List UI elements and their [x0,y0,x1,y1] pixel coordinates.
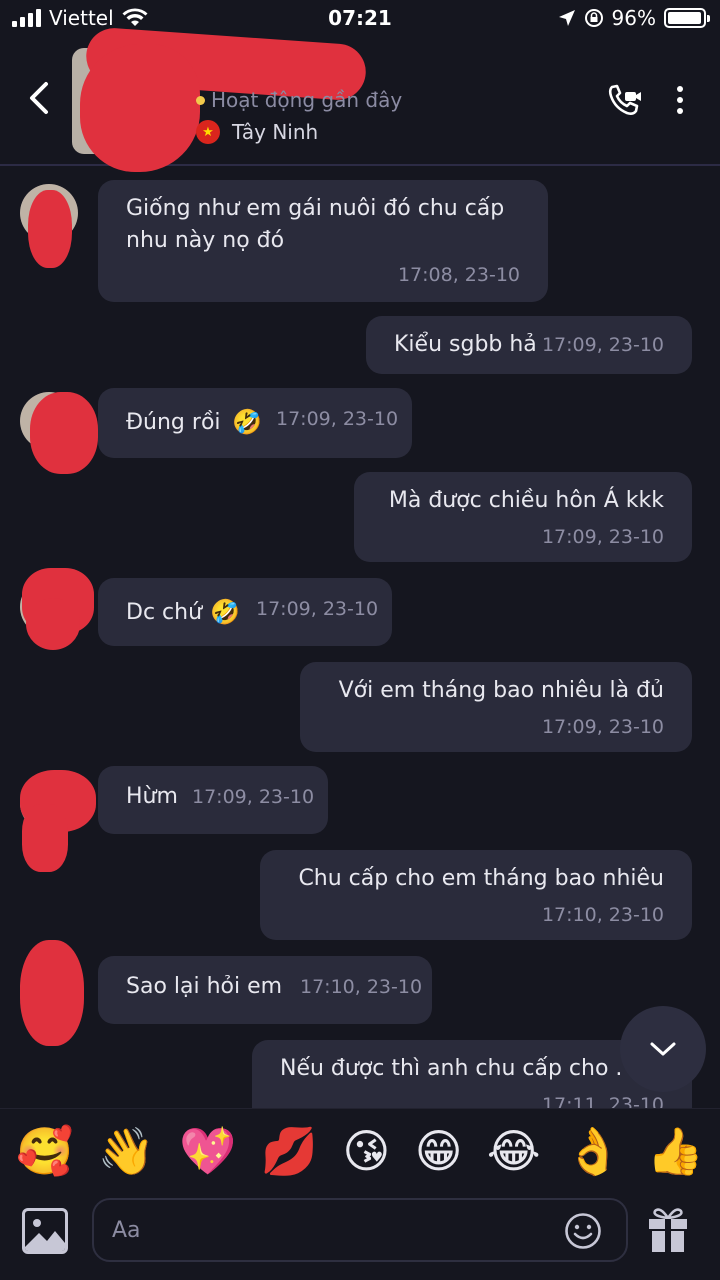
message-bubble[interactable]: Kiểu sgbb hả 17:09, 23-10 [366,316,692,374]
scroll-to-bottom-button[interactable] [620,1006,706,1092]
sender-avatar[interactable] [20,940,84,1046]
rofl-emoji: 🤣 [232,408,262,436]
vietnam-flag-icon: ★ [196,120,220,144]
more-icon[interactable] [668,82,692,118]
reaction-blowing-kiss[interactable]: 😘 [342,1128,390,1174]
message-bubble[interactable]: Mà được chiều hôn Á kkk 17:09, 23-10 [354,472,692,562]
message-composer [0,1192,720,1280]
sender-avatar[interactable] [20,568,94,650]
message-time: 17:08, 23-10 [397,264,520,286]
online-dot [196,95,205,105]
message-time: 17:10, 23-10 [300,976,423,998]
message-time: 17:11, 23-10 [541,1094,664,1108]
message-text: Nếu được thì anh chu cấp cho . [280,1056,623,1081]
message-bubble[interactable]: Chu cấp cho em tháng bao nhiêu 17:10, 23… [260,850,692,940]
activity-status-text: Hoạt động gần đây [211,88,403,112]
reaction-grin[interactable]: 😁 [415,1128,463,1174]
message-bubble[interactable]: Với em tháng bao nhiêu là đủ 17:09, 23-1… [300,662,692,752]
quick-reaction-bar: 🥰 👋 💖 💋 😘 😁 😂 👌 👍 [0,1108,720,1192]
message-text: Giống như em gái nuôi đó chu cấp [126,196,505,221]
chat-header: Hoạt động gần đây ★ Tây Ninh [0,26,720,172]
message-bubble[interactable]: Sao lại hỏi em 17:10, 23-10 [98,956,432,1024]
message-time: 17:09, 23-10 [541,716,664,738]
battery-icon [664,8,710,28]
message-time: 17:10, 23-10 [541,904,664,926]
message-bubble[interactable]: Đúng rồi 🤣 17:09, 23-10 [98,388,412,458]
lock-rotation-icon [584,9,603,27]
reaction-sparkling-heart[interactable]: 💖 [179,1128,236,1174]
message-time: 17:09, 23-10 [256,598,379,620]
message-text: Chu cấp cho em tháng bao nhiêu [298,866,664,891]
message-time: 17:09, 23-10 [541,526,664,548]
sender-avatar[interactable] [20,392,98,474]
avatar-redaction [80,44,200,172]
chevron-down-icon [650,1042,676,1056]
rofl-emoji: 🤣 [210,598,240,626]
reaction-ok-hand[interactable]: 👌 [565,1128,622,1174]
sender-avatar[interactable] [20,770,96,872]
video-call-icon[interactable] [606,82,642,118]
message-list[interactable]: Giống như em gái nuôi đó chu cấp nhu này… [0,168,720,1108]
message-text: Dc chứ [126,600,203,625]
contact-location: ★ Tây Ninh [196,120,318,144]
status-right: 96% [558,6,710,30]
message-input[interactable] [112,1212,552,1248]
message-text: Sao lại hỏi em [126,974,283,999]
message-time: 17:09, 23-10 [192,786,315,808]
sender-avatar[interactable] [20,184,78,268]
reaction-smiling-hearts[interactable]: 🥰 [16,1128,73,1174]
location-text: Tây Ninh [232,120,319,144]
back-icon[interactable] [22,80,58,116]
image-icon[interactable] [22,1208,68,1254]
battery-percent: 96% [611,6,656,30]
reaction-kiss-mark[interactable]: 💋 [261,1128,318,1174]
message-text: Kiểu sgbb hả [394,332,537,357]
message-input-wrapper [92,1198,628,1262]
battery-fill [668,12,701,24]
message-text: Hừm [126,784,178,809]
message-bubble[interactable]: Giống như em gái nuôi đó chu cấp nhu này… [98,180,548,302]
activity-status: Hoạt động gần đây [196,88,402,112]
message-bubble[interactable]: Dc chứ 🤣 17:09, 23-10 [98,578,392,646]
smiley-icon[interactable] [564,1212,602,1250]
message-text: nhu này nọ đó [126,228,285,253]
reaction-tears-of-joy[interactable]: 😂 [487,1128,541,1174]
reaction-wave[interactable]: 👋 [98,1128,155,1174]
location-arrow-icon [558,10,575,26]
message-bubble[interactable]: Hừm 17:09, 23-10 [98,766,328,834]
message-text: Đúng rồi [126,410,221,435]
message-time: 17:09, 23-10 [541,334,664,356]
gift-icon[interactable] [646,1204,690,1254]
message-text: Với em tháng bao nhiêu là đủ [338,678,664,703]
reaction-thumbs-up[interactable]: 👍 [646,1128,703,1174]
message-text: Mà được chiều hôn Á kkk [388,488,664,513]
message-time: 17:09, 23-10 [276,408,399,430]
